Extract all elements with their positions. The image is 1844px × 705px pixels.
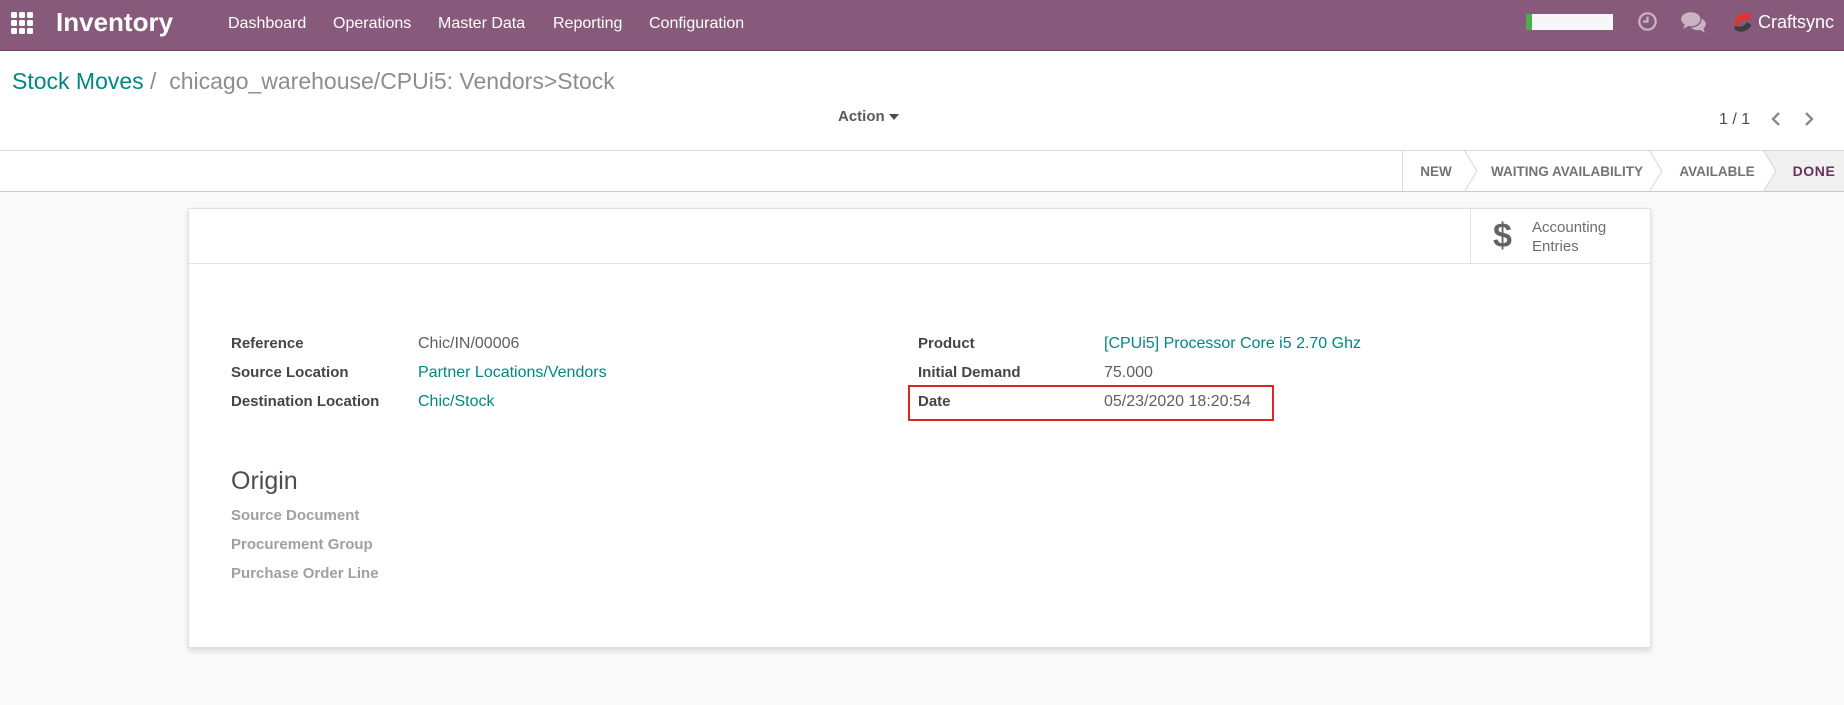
svg-text:NEW: NEW <box>1420 164 1452 179</box>
svg-text:AVAILABLE: AVAILABLE <box>1679 164 1754 179</box>
svg-text:DONE: DONE <box>1793 163 1836 179</box>
svg-text:WAITING AVAILABILITY: WAITING AVAILABILITY <box>1491 164 1643 179</box>
